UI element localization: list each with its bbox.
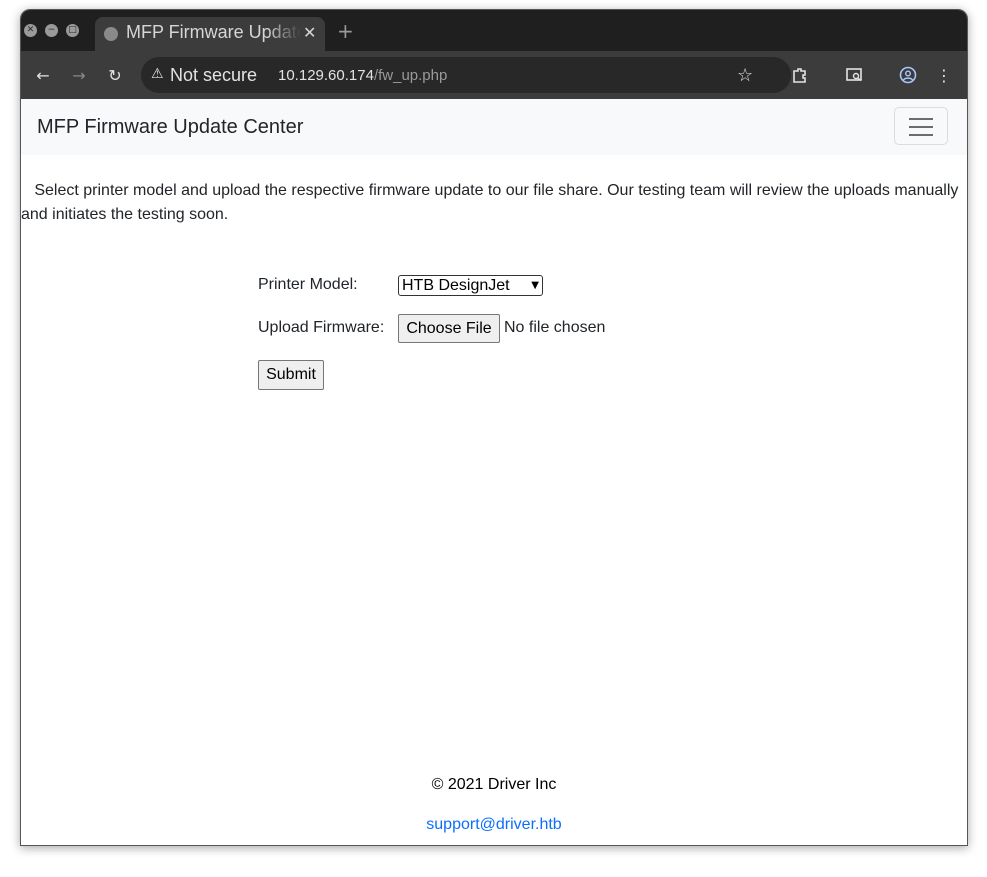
security-indicator[interactable]: Not secure bbox=[170, 65, 257, 86]
reload-icon[interactable]: ↻ bbox=[103, 63, 127, 87]
footer-copyright: © 2021 Driver Inc bbox=[431, 776, 557, 793]
intro-text: Select printer model and upload the resp… bbox=[21, 182, 959, 223]
url-host: 10.129.60.174 bbox=[278, 67, 374, 84]
new-tab-button[interactable]: + bbox=[337, 19, 354, 43]
profile-icon[interactable] bbox=[896, 63, 920, 87]
search-tab-icon[interactable] bbox=[842, 63, 866, 87]
printer-model-select[interactable]: HTB DesignJet ▼ bbox=[398, 275, 543, 296]
file-status: No file chosen bbox=[504, 319, 606, 336]
support-email-link[interactable]: support@driver.htb bbox=[21, 816, 967, 834]
browser-toolbar: ← → ↻ ⚠ Not secure 10.129.60.174/fw_up.p… bbox=[21, 51, 967, 99]
extensions-icon[interactable] bbox=[788, 63, 812, 87]
close-window-icon[interactable]: ✕ bbox=[24, 24, 37, 37]
browser-window: ✕ − □ MFP Firmware Update Center ✕ + ← →… bbox=[20, 9, 968, 846]
star-icon[interactable]: ☆ bbox=[737, 65, 753, 86]
navbar-brand[interactable]: MFP Firmware Update Center bbox=[37, 116, 303, 139]
submit-button[interactable]: Submit bbox=[258, 360, 324, 390]
back-icon[interactable]: ← bbox=[31, 63, 55, 87]
warning-icon: ⚠ bbox=[151, 66, 164, 82]
page-viewport: MFP Firmware Update Center Select printe… bbox=[21, 99, 967, 845]
maximize-icon[interactable]: □ bbox=[66, 24, 79, 37]
printer-model-value: HTB DesignJet bbox=[402, 277, 510, 294]
url-path: /fw_up.php bbox=[373, 67, 448, 84]
address-bar[interactable]: ⚠ Not secure 10.129.60.174/fw_up.php ☆ bbox=[141, 57, 791, 93]
browser-tab[interactable]: MFP Firmware Update Center ✕ bbox=[95, 17, 325, 51]
menu-icon[interactable]: ⋮ bbox=[932, 63, 956, 87]
choose-file-button[interactable]: Choose File bbox=[398, 314, 500, 343]
tab-close-icon[interactable]: ✕ bbox=[303, 23, 316, 42]
upload-firmware-label: Upload Firmware: bbox=[258, 319, 385, 336]
navbar-toggle-button[interactable] bbox=[894, 107, 948, 145]
forward-icon[interactable]: → bbox=[67, 63, 91, 87]
tab-title: MFP Firmware Update Center bbox=[126, 22, 301, 42]
globe-icon bbox=[104, 27, 118, 41]
navbar: MFP Firmware Update Center bbox=[21, 99, 967, 155]
chevron-down-icon: ▼ bbox=[531, 280, 539, 291]
url-text[interactable]: 10.129.60.174/fw_up.php bbox=[278, 67, 447, 84]
printer-model-label: Printer Model: bbox=[258, 276, 358, 293]
minimize-icon[interactable]: − bbox=[45, 24, 58, 37]
title-bar: ✕ − □ MFP Firmware Update Center ✕ + bbox=[21, 10, 967, 51]
